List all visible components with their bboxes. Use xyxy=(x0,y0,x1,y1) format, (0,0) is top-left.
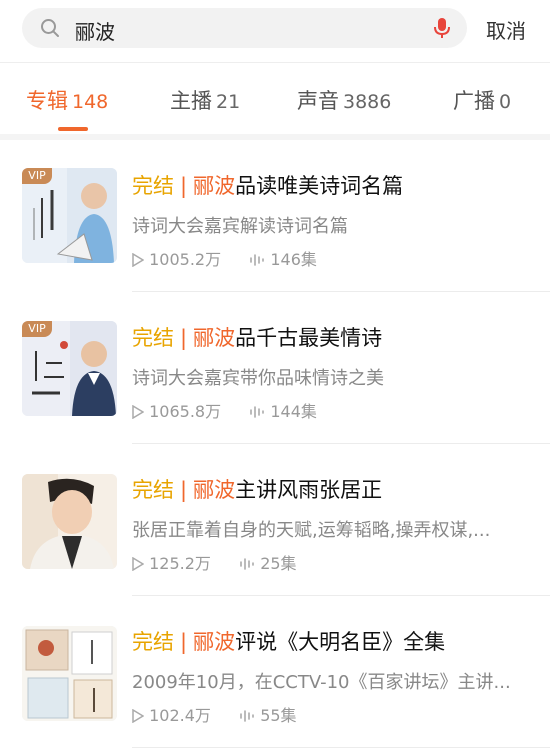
tab-count: 3886 xyxy=(343,91,392,113)
album-description: 诗词大会嘉宾解读诗词名篇 xyxy=(132,216,348,237)
episodes-icon xyxy=(240,558,254,570)
title-highlight: 郦波 xyxy=(193,478,236,502)
status-label: 完结 xyxy=(132,326,174,350)
album-description: 2009年10月，在CCTV-10《百家讲坛》主讲... xyxy=(132,672,511,693)
tab-sounds[interactable]: 声音 3886 xyxy=(297,85,391,115)
status-label: 完结 xyxy=(132,174,174,198)
episode-count: 144集 xyxy=(270,402,317,421)
title-highlight: 郦波 xyxy=(193,630,236,654)
tab-count: 148 xyxy=(72,91,109,113)
album-cover-art xyxy=(22,626,117,721)
title-text: 品千古最美情诗 xyxy=(235,326,383,350)
tab-count: 0 xyxy=(499,91,512,113)
album-meta: 1065.8万 144集 xyxy=(132,398,317,422)
tab-radio[interactable]: 广播 0 xyxy=(453,85,511,115)
album-cover xyxy=(22,626,117,721)
album-item[interactable]: VIP 完结 | 郦波品千古最美情诗 诗词大会嘉宾带你品味情诗之美 1065.8万 … xyxy=(0,292,550,444)
title-text: 评说《大明名臣》全集 xyxy=(235,630,446,654)
search-query: 郦波 xyxy=(75,20,115,44)
tab-label: 声音 xyxy=(297,89,339,113)
album-title: 完结 | 郦波品千古最美情诗 xyxy=(132,322,382,352)
search-input[interactable]: 郦波 xyxy=(22,8,467,48)
tab-label: 主播 xyxy=(170,89,212,113)
album-cover: VIP xyxy=(22,321,117,416)
episode-count: 25集 xyxy=(260,554,297,573)
album-cover: VIP xyxy=(22,168,117,263)
play-icon xyxy=(132,253,144,267)
vip-badge: VIP xyxy=(22,168,52,184)
title-divider: | xyxy=(180,326,188,350)
tab-label: 专辑 xyxy=(26,89,68,113)
microphone-icon[interactable] xyxy=(431,17,453,39)
cancel-button[interactable]: 取消 xyxy=(486,15,526,44)
play-count: 1005.2万 xyxy=(149,250,222,269)
episodes-icon xyxy=(240,710,254,722)
status-label: 完结 xyxy=(132,478,174,502)
title-divider: | xyxy=(180,174,188,198)
album-title: 完结 | 郦波评说《大明名臣》全集 xyxy=(132,626,445,656)
album-description: 诗词大会嘉宾带你品味情诗之美 xyxy=(132,368,384,389)
title-text: 主讲风雨张居正 xyxy=(235,478,383,502)
play-count: 1065.8万 xyxy=(149,402,222,421)
album-meta: 1005.2万 146集 xyxy=(132,246,317,270)
tab-label: 广播 xyxy=(453,89,495,113)
play-icon xyxy=(132,709,144,723)
play-count: 125.2万 xyxy=(149,554,211,573)
tab-albums[interactable]: 专辑 148 xyxy=(26,85,108,115)
title-divider: | xyxy=(180,478,188,502)
play-icon xyxy=(132,405,144,419)
episodes-icon xyxy=(250,406,265,418)
active-tab-indicator xyxy=(58,127,88,131)
episode-count: 146集 xyxy=(270,250,317,269)
play-icon xyxy=(132,557,144,571)
title-highlight: 郦波 xyxy=(193,326,236,350)
search-icon xyxy=(41,19,59,37)
episode-count: 55集 xyxy=(260,706,297,725)
title-text: 品读唯美诗词名篇 xyxy=(235,174,404,198)
status-label: 完结 xyxy=(132,630,174,654)
tab-count: 21 xyxy=(216,91,241,113)
album-meta: 102.4万 55集 xyxy=(132,702,297,726)
album-cover xyxy=(22,474,117,569)
album-item[interactable]: 完结 | 郦波主讲风雨张居正 张居正靠着自身的天赋,运筹韬略,操弄权谋,... 12… xyxy=(0,444,550,596)
episodes-icon xyxy=(250,254,265,266)
tab-anchors[interactable]: 主播 21 xyxy=(170,85,240,115)
album-item[interactable]: 完结 | 郦波评说《大明名臣》全集 2009年10月，在CCTV-10《百家讲坛》主… xyxy=(0,596,550,748)
album-title: 完结 | 郦波主讲风雨张居正 xyxy=(132,474,382,504)
album-cover-art xyxy=(22,474,117,569)
album-title: 完结 | 郦波品读唯美诗词名篇 xyxy=(132,170,403,200)
album-meta: 125.2万 25集 xyxy=(132,550,297,574)
tab-bar: 专辑 148 主播 21 声音 3886 广播 0 xyxy=(0,62,550,134)
vip-badge: VIP xyxy=(22,321,52,337)
album-description: 张居正靠着自身的天赋,运筹韬略,操弄权谋,... xyxy=(132,520,491,541)
album-item[interactable]: VIP 完结 | 郦波品读唯美诗词名篇 诗词大会嘉宾解读诗词名篇 1005.2万 1… xyxy=(0,140,550,292)
play-count: 102.4万 xyxy=(149,706,211,725)
title-highlight: 郦波 xyxy=(193,174,236,198)
title-divider: | xyxy=(180,630,188,654)
search-bar: 郦波 取消 xyxy=(0,0,550,62)
